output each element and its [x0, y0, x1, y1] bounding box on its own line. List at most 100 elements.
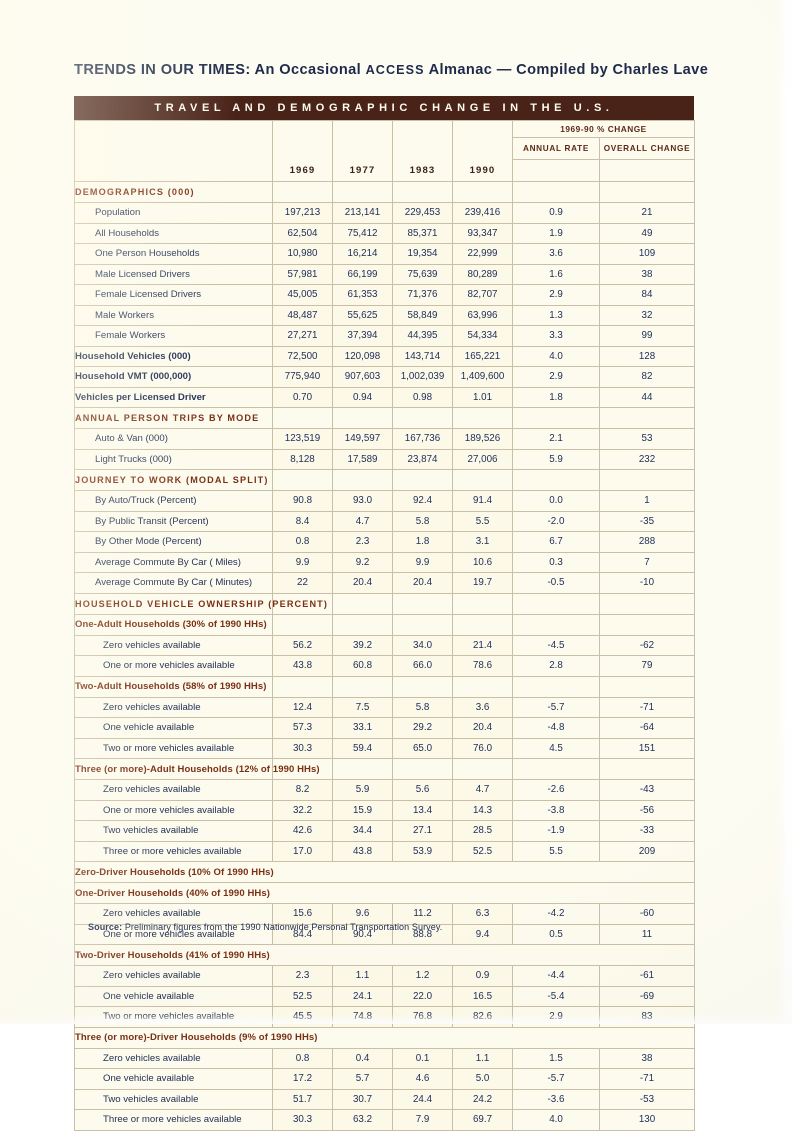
cell-1990: 69.7 — [452, 1109, 513, 1131]
cell-annual-rate: -5.7 — [512, 1068, 600, 1090]
cell-overall-change: -53 — [599, 1088, 695, 1110]
cell-1977: 59.4 — [332, 737, 393, 759]
header-blank-1969 — [272, 120, 333, 160]
cell-overall-change: 82 — [599, 366, 695, 388]
table-row: All Households 62,504 75,412 85,371 93,347 1.… — [74, 222, 695, 244]
section-empty-cell — [599, 407, 695, 429]
cell-annual-rate: 2.9 — [512, 284, 600, 306]
cell-overall-change: -71 — [599, 1068, 695, 1090]
cell-1969: 2.3 — [272, 965, 333, 987]
cell-1990: 82,707 — [452, 284, 513, 306]
header-group-row: 1969-90 % CHANGE — [74, 120, 695, 160]
cell-annual-rate: 1.5 — [512, 1047, 600, 1069]
cell-1977: 5.9 — [332, 779, 393, 801]
header-overall-corner — [599, 159, 695, 182]
table-body: DEMOGRAPHICS (000) Population 197,213 213,1… — [74, 181, 695, 1131]
cell-1977: 60.8 — [332, 655, 393, 677]
document-page: TRENDS IN OUR TIMES: An Occasional ACCES… — [0, 0, 792, 1131]
cell-1969: 15.6 — [272, 903, 333, 925]
table-row: Household Vehicles (000) 72,500 120,098 143… — [74, 345, 695, 367]
cell-1969: 17.0 — [272, 840, 333, 862]
cell-1969: 8,128 — [272, 448, 333, 470]
cell-1977: 2.3 — [332, 531, 393, 553]
cell-1983: 20.4 — [392, 572, 453, 594]
table-row: Zero vehicles available 2.3 1.1 1.2 0.9 -4.4-… — [74, 965, 695, 987]
row-label: Zero vehicles available — [74, 1047, 273, 1069]
row-label: One vehicle available — [74, 1068, 273, 1090]
section-empty-cell — [332, 181, 393, 203]
cell-1969: 56.2 — [272, 634, 333, 656]
cell-1977: 149,597 — [332, 428, 393, 450]
row-label: Male Licensed Drivers — [74, 263, 273, 285]
cell-annual-rate: 5.5 — [512, 840, 600, 862]
cell-1983: 0.1 — [392, 1047, 453, 1069]
cell-overall-change: 209 — [599, 840, 695, 862]
row-label: Population — [74, 202, 273, 224]
row-label: By Public Transit (Percent) — [74, 510, 273, 532]
cell-1983: 85,371 — [392, 222, 453, 244]
header-year-1990: 1990 — [452, 159, 513, 182]
cell-1977: 0.4 — [332, 1047, 393, 1069]
table-row: Light Trucks (000) 8,128 17,589 23,874 27,00… — [74, 448, 695, 470]
header-year-corner — [74, 159, 273, 182]
cell-1983: 66.0 — [392, 655, 453, 677]
cell-1983: 22.0 — [392, 985, 453, 1007]
table-row: Average Commute By Car ( Miles) 9.9 9.2 9.9… — [74, 551, 695, 573]
cell-overall-change: 130 — [599, 1109, 695, 1131]
row-label: Zero vehicles available — [74, 965, 273, 987]
cell-1969: 45,005 — [272, 284, 333, 306]
row-label: One or more vehicles available — [74, 655, 273, 677]
cell-1990: 6.3 — [452, 903, 513, 925]
cell-overall-change: 38 — [599, 263, 695, 285]
cell-annual-rate: 0.3 — [512, 551, 600, 573]
table-section-row: JOURNEY TO WORK (MODAL SPLIT) — [74, 469, 695, 491]
cell-1977: 24.1 — [332, 985, 393, 1007]
subsection-empty-cell — [332, 675, 393, 698]
cell-overall-change: 7 — [599, 551, 695, 573]
cell-1983: 7.9 — [392, 1109, 453, 1131]
cell-annual-rate: 4.5 — [512, 737, 600, 759]
cell-1969: 90.8 — [272, 490, 333, 512]
cell-1990: 54,334 — [452, 325, 513, 347]
row-label: Zero vehicles available — [74, 903, 273, 925]
cell-1969: 10,980 — [272, 243, 333, 265]
subsection-header-label: One-Adult Households (30% of 1990 HHs) — [74, 613, 273, 636]
cell-1977: 7.5 — [332, 696, 393, 718]
row-label: Three or more vehicles available — [74, 840, 273, 862]
row-label: Female Licensed Drivers — [74, 284, 273, 306]
cell-overall-change: 232 — [599, 448, 695, 470]
table-section-row: HOUSEHOLD VEHICLE OWNERSHIP (PERCENT) — [74, 592, 695, 615]
cell-overall-change: -33 — [599, 820, 695, 842]
table-row: By Other Mode (Percent) 0.8 2.3 1.8 3.1 6.7 28… — [74, 531, 695, 553]
cell-1990: 16.5 — [452, 985, 513, 1007]
table-row: Male Licensed Drivers 57,981 66,199 75,639 8… — [74, 263, 695, 285]
cell-1969: 123,519 — [272, 428, 333, 450]
cell-1969: 43.8 — [272, 655, 333, 677]
cell-1990: 93,347 — [452, 222, 513, 244]
table-row: Three or more vehicles available 17.0 43.8… — [74, 840, 695, 862]
cell-1990: 3.1 — [452, 531, 513, 553]
cell-1977: 120,098 — [332, 345, 393, 367]
cell-annual-rate: 2.1 — [512, 428, 600, 450]
cell-1977: 213,141 — [332, 202, 393, 224]
cell-annual-rate: 2.9 — [512, 366, 600, 388]
subsection-empty-cell — [512, 758, 600, 780]
subsection-empty-cell — [512, 613, 600, 636]
cell-1990: 76.0 — [452, 737, 513, 759]
cell-1977: 37,394 — [332, 325, 393, 347]
cell-1983: 92.4 — [392, 490, 453, 512]
table-row: Auto & Van (000) 123,519 149,597 167,736 189… — [74, 428, 695, 450]
subsection-empty-cell — [452, 675, 513, 698]
cell-overall-change: -61 — [599, 965, 695, 987]
cell-overall-change: 11 — [599, 923, 695, 945]
cell-annual-rate: 3.6 — [512, 243, 600, 265]
cell-1977: 0.94 — [332, 386, 393, 408]
section-empty-cell — [452, 407, 513, 429]
cell-overall-change: 109 — [599, 243, 695, 265]
cell-1983: 1.8 — [392, 531, 453, 553]
cell-1969: 51.7 — [272, 1088, 333, 1110]
cell-1983: 44,395 — [392, 325, 453, 347]
cell-1983: 23,874 — [392, 448, 453, 470]
header-year-row: 1969 1977 1983 1990 — [74, 159, 695, 182]
cell-1969: 30.3 — [272, 737, 333, 759]
